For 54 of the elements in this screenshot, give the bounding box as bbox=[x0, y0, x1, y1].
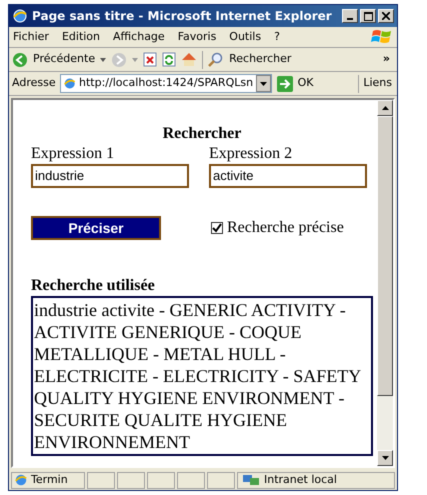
status-pane bbox=[87, 472, 115, 488]
page-icon bbox=[14, 473, 28, 487]
address-field[interactable]: http://localhost:1424/SPARQLsn bbox=[60, 74, 272, 93]
menu-item[interactable]: ? bbox=[274, 28, 280, 46]
field-label: Expression 1 bbox=[31, 144, 116, 164]
scrollbar[interactable] bbox=[377, 100, 393, 466]
dropdown-button[interactable] bbox=[256, 75, 271, 92]
more-chevron[interactable]: » bbox=[382, 51, 394, 68]
caret-icon bbox=[260, 82, 267, 86]
status-text: Termin bbox=[31, 472, 68, 488]
status-pane bbox=[147, 472, 175, 488]
windows-logo-icon bbox=[371, 28, 393, 46]
network-icon bbox=[242, 473, 260, 487]
links-button[interactable]: Liens bbox=[363, 75, 394, 92]
home-icon[interactable] bbox=[181, 52, 198, 67]
close-button[interactable] bbox=[378, 9, 394, 23]
status-pane bbox=[177, 472, 205, 488]
field-label: Expression 2 bbox=[209, 144, 294, 164]
checkbox-label: Recherche précise bbox=[227, 218, 344, 238]
refresh-icon[interactable] bbox=[162, 52, 176, 67]
refine-button[interactable]: Préciser bbox=[31, 216, 161, 240]
up-arrow-icon bbox=[382, 106, 388, 110]
maximize-icon bbox=[364, 12, 372, 20]
browser-icon bbox=[12, 8, 28, 24]
menu-item[interactable]: Affichage bbox=[113, 28, 165, 46]
window-title: Page sans titre - Microsoft Internet Explorer bbox=[32, 8, 333, 25]
checkbox[interactable] bbox=[211, 222, 223, 234]
text-field[interactable]: activite bbox=[209, 164, 367, 188]
address-label: Adresse bbox=[12, 75, 56, 92]
menu-item[interactable]: Edition bbox=[62, 28, 100, 46]
menu-item[interactable]: Outils bbox=[229, 28, 262, 46]
zone-text: Intranet local bbox=[264, 472, 337, 488]
result-heading: Recherche utilisée bbox=[31, 276, 156, 296]
page-icon bbox=[62, 76, 76, 91]
result-box: industrie activite - GENERIC ACTIVITY - ACTIVITE GENERIQUE - COQUE METALLIQUE - METAL HULL - ELECTRICITE - ELECTRICITY - SAFETY QUALITY HYGIENE ENVIRONMENT - SECURITE QUALITE HYGIENE ENVIRONNEMENT bbox=[31, 296, 373, 456]
stop-icon[interactable] bbox=[143, 52, 158, 67]
menu-item[interactable]: Favoris bbox=[178, 28, 216, 46]
close-icon bbox=[382, 12, 390, 20]
search-button[interactable]: Rechercher bbox=[229, 51, 292, 68]
scroll-up-button[interactable] bbox=[377, 100, 393, 116]
down-arrow-icon bbox=[382, 456, 388, 460]
search-icon[interactable] bbox=[208, 52, 224, 68]
scroll-thumb[interactable] bbox=[377, 116, 393, 396]
text-field[interactable]: industrie bbox=[31, 164, 189, 188]
status-pane bbox=[117, 472, 145, 488]
status-pane bbox=[207, 472, 235, 488]
scroll-down-button[interactable] bbox=[377, 450, 393, 466]
menu-item[interactable]: Fichier bbox=[13, 28, 49, 46]
go-button[interactable]: OK bbox=[298, 75, 314, 92]
minimize-button[interactable] bbox=[342, 9, 358, 23]
maximize-button[interactable] bbox=[360, 9, 376, 23]
page-heading: Rechercher bbox=[162, 124, 242, 144]
dropdown-caret-icon[interactable] bbox=[100, 58, 106, 62]
back-button[interactable]: Précédente bbox=[33, 51, 96, 68]
